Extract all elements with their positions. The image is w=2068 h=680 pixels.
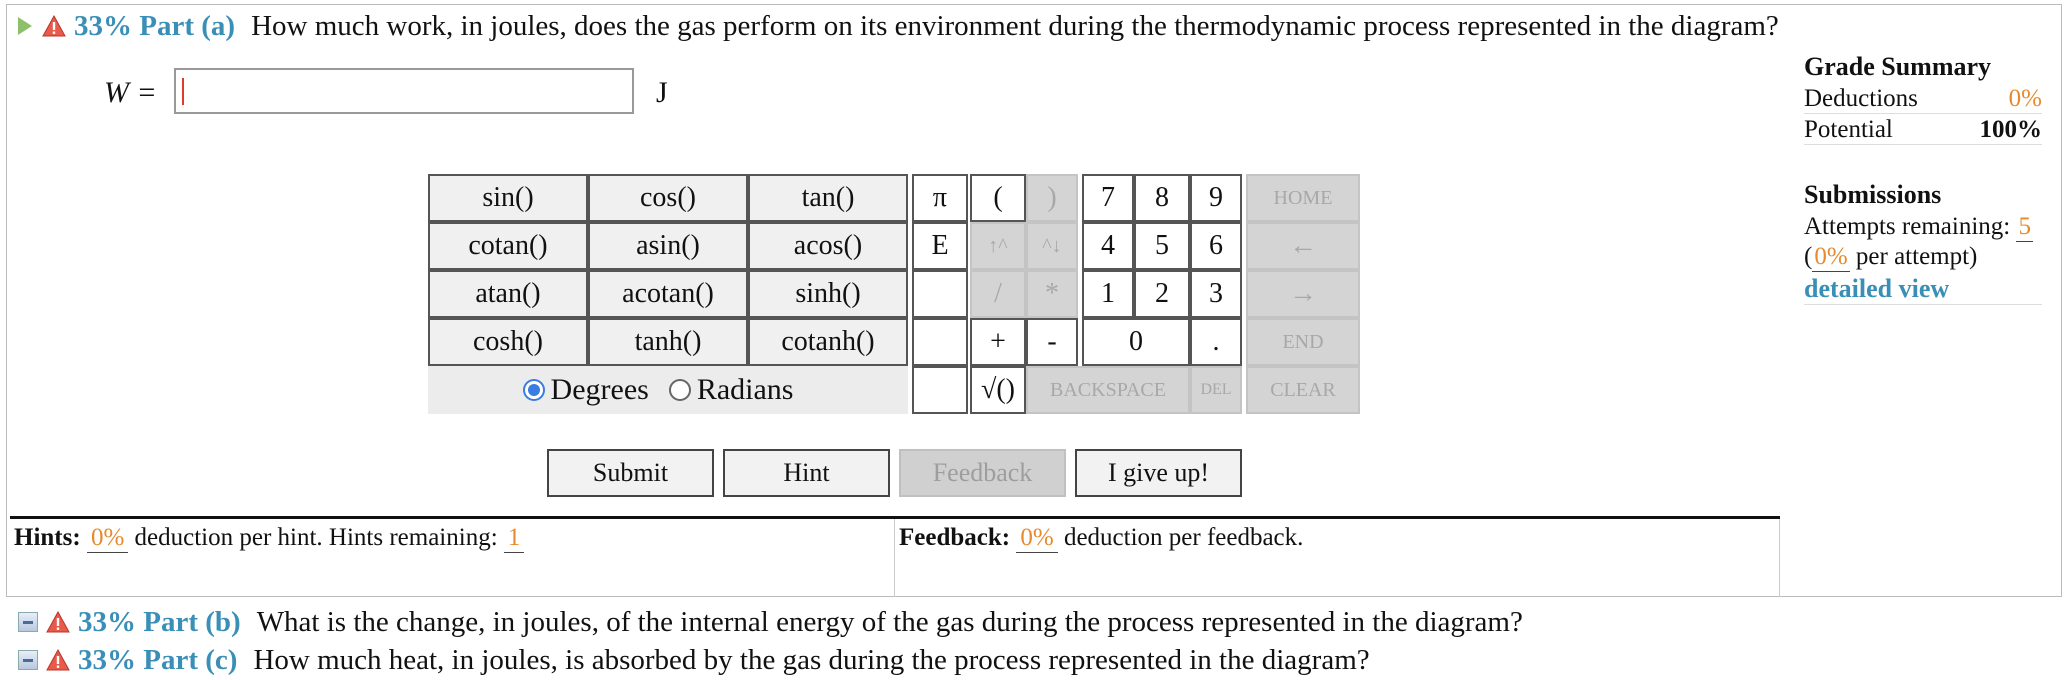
angle-mode-panel: Degrees Radians (428, 366, 908, 414)
answer-unit: J (656, 76, 668, 109)
key-blank-3[interactable] (912, 366, 968, 414)
deductions-row: Deductions 0% (1804, 85, 2042, 114)
column-divider-right (1779, 519, 1780, 597)
part-c-header[interactable]: 33% Part (c) How much heat, in joules, i… (18, 640, 1370, 680)
key-tanh[interactable]: tanh() (588, 318, 748, 366)
key-left-arrow[interactable]: ← (1246, 222, 1360, 270)
key-divide[interactable]: / (970, 270, 1026, 318)
key-8[interactable]: 8 (1134, 174, 1190, 222)
submissions-title: Submissions (1804, 180, 1942, 209)
key-tan[interactable]: tan() (748, 174, 908, 222)
part-a-header: 33% Part (a) How much work, in joules, d… (18, 6, 1779, 46)
key-cotanh[interactable]: cotanh() (748, 318, 908, 366)
warning-icon (46, 649, 70, 671)
key-end[interactable]: END (1246, 318, 1360, 366)
column-divider (894, 519, 895, 597)
part-c-question: How much heat, in joules, is absorbed by… (253, 643, 1370, 676)
per-attempt: (0% per attempt) (1804, 243, 1978, 272)
hints-info: Hints: 0% deduction per hint. Hints rema… (14, 524, 525, 553)
key-7[interactable]: 7 (1082, 174, 1134, 222)
key-sin[interactable]: sin() (428, 174, 588, 222)
part-c-percent: 33% Part (c) (78, 643, 238, 676)
part-b-header[interactable]: 33% Part (b) What is the change, in joul… (18, 602, 1523, 642)
radians-radio[interactable] (668, 379, 691, 401)
key-3[interactable]: 3 (1190, 270, 1242, 318)
key-cos[interactable]: cos() (588, 174, 748, 222)
detailed-view-link[interactable]: detailed view (1804, 274, 1949, 303)
key-9[interactable]: 9 (1190, 174, 1242, 222)
hint-button[interactable]: Hint (723, 449, 890, 497)
key-atan[interactable]: atan() (428, 270, 588, 318)
key-2[interactable]: 2 (1134, 270, 1190, 318)
part-a-percent: 33% Part (a) (74, 9, 236, 42)
key-cotan[interactable]: cotan() (428, 222, 588, 270)
key-minus[interactable]: - (1026, 318, 1078, 366)
key-home[interactable]: HOME (1246, 174, 1360, 222)
key-e[interactable]: E (912, 222, 968, 270)
hint-deduction-pct: 0% (86, 524, 129, 553)
expand-icon[interactable] (18, 612, 38, 632)
attempts-remaining: Attempts remaining: 5 (1804, 213, 2033, 242)
key-multiply[interactable]: * (1026, 270, 1078, 318)
detailed-view-row: detailed view (1804, 274, 2042, 305)
key-down-caret[interactable]: ^↓ (1026, 222, 1078, 270)
part-b-percent: 33% Part (b) (78, 605, 241, 638)
part-a-question: How much work, in joules, does the gas p… (251, 9, 1779, 42)
expand-icon[interactable] (18, 650, 38, 670)
warning-icon (42, 15, 66, 37)
key-0[interactable]: 0 (1082, 318, 1190, 366)
answer-variable-label: W = (104, 76, 157, 109)
warning-icon (46, 611, 70, 633)
play-icon[interactable] (18, 17, 32, 35)
key-pi[interactable]: π (912, 174, 968, 222)
key-backspace[interactable]: BACKSPACE (1026, 366, 1190, 414)
grade-summary-title: Grade Summary (1804, 52, 1992, 81)
key-clear[interactable]: CLEAR (1246, 366, 1360, 414)
potential-row: Potential 100% (1804, 116, 2042, 145)
degrees-radio[interactable] (522, 379, 545, 401)
feedback-info: Feedback: 0% deduction per feedback. (899, 524, 1304, 553)
answer-input[interactable] (174, 68, 634, 114)
key-acotan[interactable]: acotan() (588, 270, 748, 318)
degrees-label[interactable]: Degrees (551, 373, 649, 407)
key-del[interactable]: DEL (1190, 366, 1242, 414)
feedback-deduction-pct: 0% (1016, 524, 1058, 553)
key-sqrt[interactable]: √() (970, 366, 1026, 414)
key-blank-2[interactable] (912, 318, 968, 366)
key-4[interactable]: 4 (1082, 222, 1134, 270)
radians-label[interactable]: Radians (697, 373, 794, 407)
divider (10, 516, 1780, 519)
key-asin[interactable]: asin() (588, 222, 748, 270)
submit-button[interactable]: Submit (547, 449, 714, 497)
part-b-question: What is the change, in joules, of the in… (256, 605, 1523, 638)
key-acos[interactable]: acos() (748, 222, 908, 270)
feedback-button[interactable]: Feedback (899, 449, 1066, 497)
key-blank-1[interactable] (912, 270, 968, 318)
give-up-button[interactable]: I give up! (1075, 449, 1242, 497)
key-open-paren[interactable]: ( (970, 174, 1026, 222)
key-right-arrow[interactable]: → (1246, 270, 1360, 318)
key-5[interactable]: 5 (1134, 222, 1190, 270)
text-caret (182, 78, 184, 105)
key-6[interactable]: 6 (1190, 222, 1242, 270)
key-plus[interactable]: + (970, 318, 1026, 366)
hints-remaining: 1 (503, 524, 525, 553)
key-close-paren[interactable]: ) (1026, 174, 1078, 222)
key-up-caret[interactable]: ↑^ (970, 222, 1026, 270)
key-1[interactable]: 1 (1082, 270, 1134, 318)
key-sinh[interactable]: sinh() (748, 270, 908, 318)
key-dot[interactable]: . (1190, 318, 1242, 366)
key-cosh[interactable]: cosh() (428, 318, 588, 366)
